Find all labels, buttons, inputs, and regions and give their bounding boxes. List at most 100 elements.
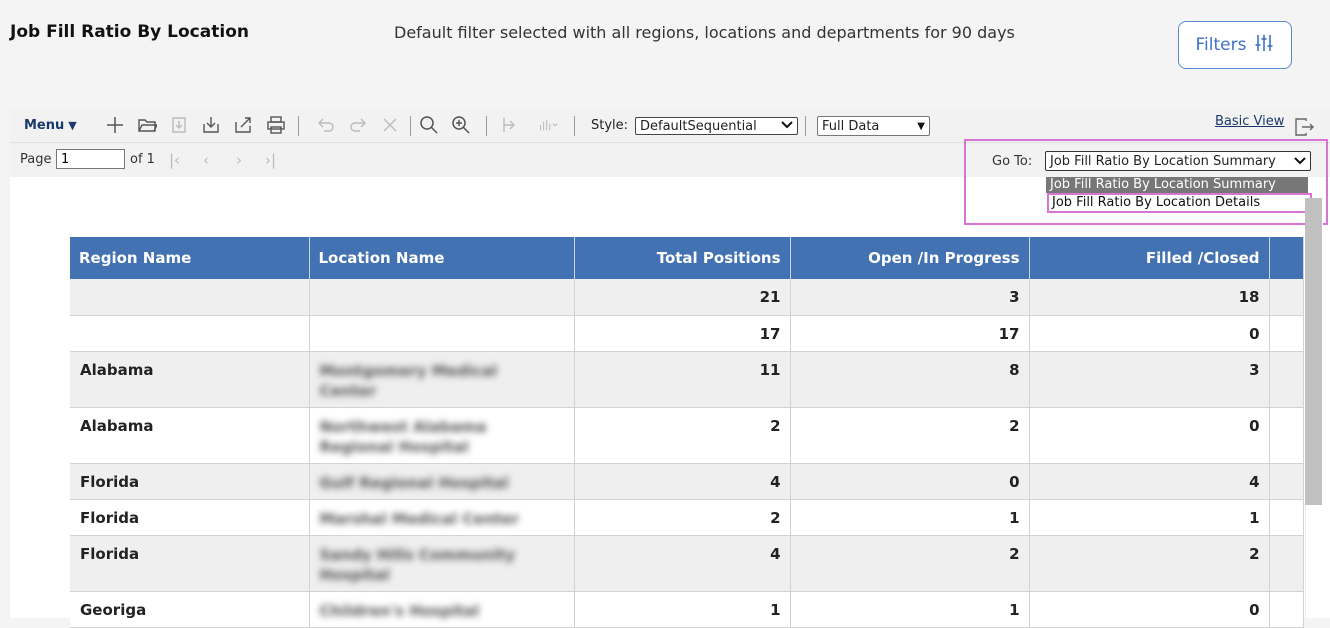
blurred-location: Northwest Alabama Regional Hospital [319, 417, 487, 456]
print-icon[interactable] [264, 108, 288, 142]
page-count-label: of 1 [130, 152, 155, 167]
filters-label: Filters [1195, 35, 1247, 55]
page-label: Page [20, 152, 52, 167]
drill-icon[interactable] [498, 108, 522, 142]
cell-open: 8 [790, 351, 1030, 408]
cell-spacer [1269, 535, 1304, 592]
blurred-location: Marshal Medical Center [319, 509, 520, 528]
goto-label: Go To: [992, 154, 1033, 169]
basic-view-link[interactable]: Basic View [1215, 114, 1284, 129]
goto-select[interactable]: Job Fill Ratio By Location Summary [1045, 151, 1311, 171]
exit-icon[interactable] [1294, 117, 1314, 137]
table-row: Alabama Northwest Alabama Regional Hospi… [70, 407, 1304, 464]
cell-region: Georiga [70, 591, 310, 628]
cell-total: 11 [574, 351, 791, 408]
column-header-total[interactable]: Total Positions [574, 237, 791, 279]
column-header-open[interactable]: Open /In Progress [790, 237, 1030, 279]
cell-total: 4 [574, 463, 791, 500]
export-icon[interactable] [231, 108, 255, 142]
next-page-icon[interactable]: › [236, 151, 242, 169]
blurred-location: Montgomery Medical Center [319, 361, 497, 400]
column-header-region[interactable]: Region Name [70, 237, 310, 279]
cell-filled: 2 [1029, 535, 1270, 592]
table-header-row: Region Name Location Name Total Position… [70, 237, 1304, 279]
cell-spacer [1269, 279, 1304, 316]
page-title: Job Fill Ratio By Location [10, 22, 249, 42]
goto-option-details[interactable]: Job Fill Ratio By Location Details [1047, 193, 1312, 213]
table-row: Alabama Montgomery Medical Center 11 8 3 [70, 351, 1304, 408]
cell-region [70, 315, 310, 352]
cell-location: Marshal Medical Center [309, 499, 575, 536]
cell-open: 0 [790, 463, 1030, 500]
style-select-value: DefaultSequential [640, 118, 757, 134]
chart-icon[interactable] [534, 108, 564, 142]
cell-region [70, 279, 310, 316]
style-label: Style: [591, 117, 629, 133]
redo-icon[interactable] [346, 108, 370, 142]
toolbar-divider [410, 116, 411, 136]
cell-total: 17 [574, 315, 791, 352]
page-subtitle: Default filter selected with all regions… [394, 23, 1015, 42]
style-select[interactable]: DefaultSequential [635, 117, 798, 135]
cell-filled: 0 [1029, 591, 1270, 628]
caret-down-icon: ▼ [68, 118, 77, 132]
cell-total: 4 [574, 535, 791, 592]
cell-total: 2 [574, 499, 791, 536]
blurred-location: Gulf Regional Hospital [319, 473, 509, 492]
cell-open: 1 [790, 499, 1030, 536]
zoom-in-icon[interactable] [449, 108, 473, 142]
cell-filled: 18 [1029, 279, 1270, 316]
add-icon[interactable] [103, 108, 127, 142]
table-row: Florida Marshal Medical Center 2 1 1 [70, 499, 1304, 536]
cell-open: 2 [790, 407, 1030, 464]
cell-total: 21 [574, 279, 791, 316]
table-row: 21 3 18 [70, 279, 1304, 316]
data-select[interactable]: Full Data ▼ [817, 116, 930, 136]
save-icon[interactable] [167, 108, 191, 142]
table-row: Florida Gulf Regional Hospital 4 0 4 [70, 463, 1304, 500]
menu-label: Menu [24, 117, 65, 133]
toolbar-divider [805, 116, 806, 136]
chevron-down-icon [1294, 154, 1306, 169]
open-folder-icon[interactable] [135, 108, 159, 142]
cell-spacer [1269, 351, 1304, 408]
cell-spacer [1269, 591, 1304, 628]
page-number-input[interactable] [56, 149, 125, 169]
cell-location [309, 279, 575, 316]
chevron-down-icon [781, 120, 793, 132]
cell-spacer [1269, 315, 1304, 352]
cell-filled: 3 [1029, 351, 1270, 408]
menu-button[interactable]: Menu ▼ [24, 108, 77, 142]
cell-location: Montgomery Medical Center [309, 351, 575, 408]
undo-icon[interactable] [314, 108, 338, 142]
cell-location: Northwest Alabama Regional Hospital [309, 407, 575, 464]
first-page-icon[interactable]: |‹ [169, 151, 180, 169]
previous-page-icon[interactable]: ‹ [203, 151, 209, 169]
last-page-icon[interactable]: ›| [265, 151, 276, 169]
cell-region: Florida [70, 499, 310, 536]
cell-region: Alabama [70, 351, 310, 408]
filters-button[interactable]: Filters [1178, 21, 1292, 69]
search-icon[interactable] [417, 108, 441, 142]
table-row: Georiga Children's Hospital 1 1 0 [70, 591, 1304, 628]
goto-select-value: Job Fill Ratio By Location Summary [1050, 153, 1276, 169]
table-row: 17 17 0 [70, 315, 1304, 352]
column-header-spacer [1269, 237, 1304, 279]
column-header-location[interactable]: Location Name [309, 237, 575, 279]
download-icon[interactable] [199, 108, 223, 142]
cell-total: 2 [574, 407, 791, 464]
report-table: Region Name Location Name Total Position… [70, 237, 1304, 628]
cell-open: 17 [790, 315, 1030, 352]
cell-spacer [1269, 407, 1304, 464]
close-icon[interactable] [378, 108, 402, 142]
scrollbar-thumb[interactable] [1305, 198, 1322, 505]
blurred-location: Sandy Hills Community Hospital [319, 545, 516, 584]
goto-option-summary[interactable]: Job Fill Ratio By Location Summary [1046, 177, 1308, 193]
cell-total: 1 [574, 591, 791, 628]
column-header-filled[interactable]: Filled /Closed [1029, 237, 1270, 279]
cell-location: Gulf Regional Hospital [309, 463, 575, 500]
cell-location: Children's Hospital [309, 591, 575, 628]
cell-filled: 1 [1029, 499, 1270, 536]
cell-location [309, 315, 575, 352]
toolbar: Menu ▼ Style: DefaultSequential Full Dat… [10, 108, 1330, 143]
